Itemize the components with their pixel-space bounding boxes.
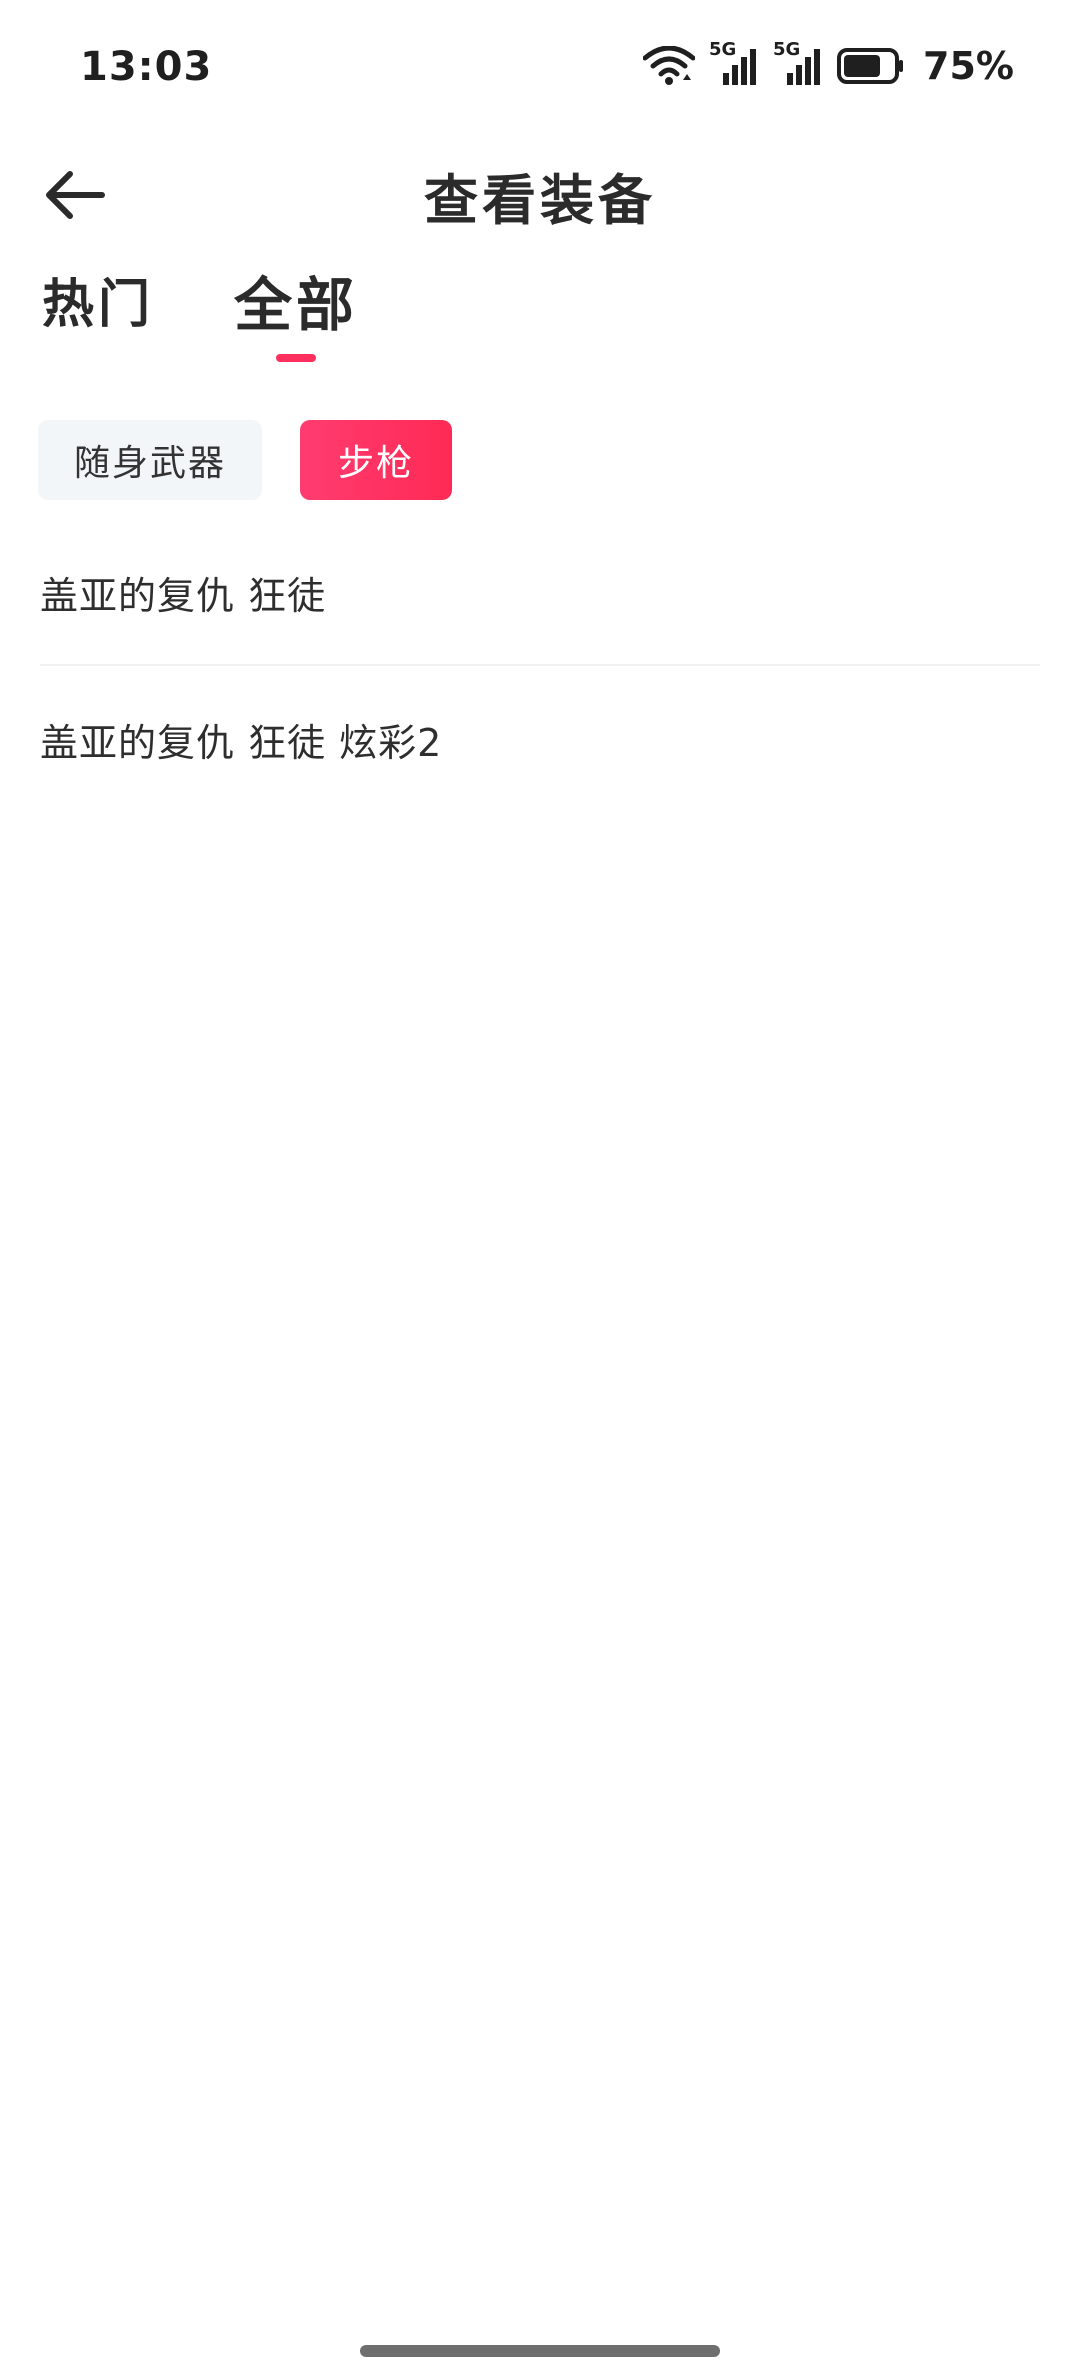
page-title: 查看装备 xyxy=(424,169,656,232)
list-item[interactable]: 盖亚的复仇 狂徒 xyxy=(40,520,1040,666)
status-bar: 13:03 5G 5G 75% xyxy=(0,0,1080,140)
tab-all[interactable]: 全部 xyxy=(234,270,358,370)
tab-hot[interactable]: 热门 xyxy=(42,270,154,370)
equipment-list: 盖亚的复仇 狂徒 盖亚的复仇 狂徒 炫彩2 xyxy=(40,520,1040,812)
list-item[interactable]: 盖亚的复仇 狂徒 炫彩2 xyxy=(40,666,1040,812)
tab-bar: 热门 全部 xyxy=(42,270,358,380)
wifi-icon xyxy=(643,46,696,86)
screen: 13:03 5G 5G 75% 查看装备 热门 全部 随身武器 步枪 盖亚的复仇… xyxy=(0,0,1080,2377)
home-indicator[interactable] xyxy=(360,2345,720,2357)
signal-5g-icon: 5G xyxy=(709,39,759,87)
header: 查看装备 xyxy=(0,140,1080,250)
tab-label: 全部 xyxy=(234,271,359,339)
battery-percent: 75% xyxy=(923,44,1014,88)
status-time: 13:03 xyxy=(80,44,213,90)
battery-icon xyxy=(837,47,905,85)
network-label-2: 5G xyxy=(773,39,801,60)
filter-chip-rifle[interactable]: 步枪 xyxy=(300,420,453,500)
tab-label: 热门 xyxy=(42,275,155,335)
filter-chip-sidearm[interactable]: 随身武器 xyxy=(38,420,263,500)
tab-active-indicator xyxy=(276,354,317,362)
network-label-1: 5G xyxy=(709,39,737,60)
signal-5g-icon: 5G xyxy=(773,39,823,87)
status-icons: 5G 5G 75% xyxy=(643,39,1014,88)
filter-chips: 随身武器 步枪 xyxy=(38,420,453,500)
